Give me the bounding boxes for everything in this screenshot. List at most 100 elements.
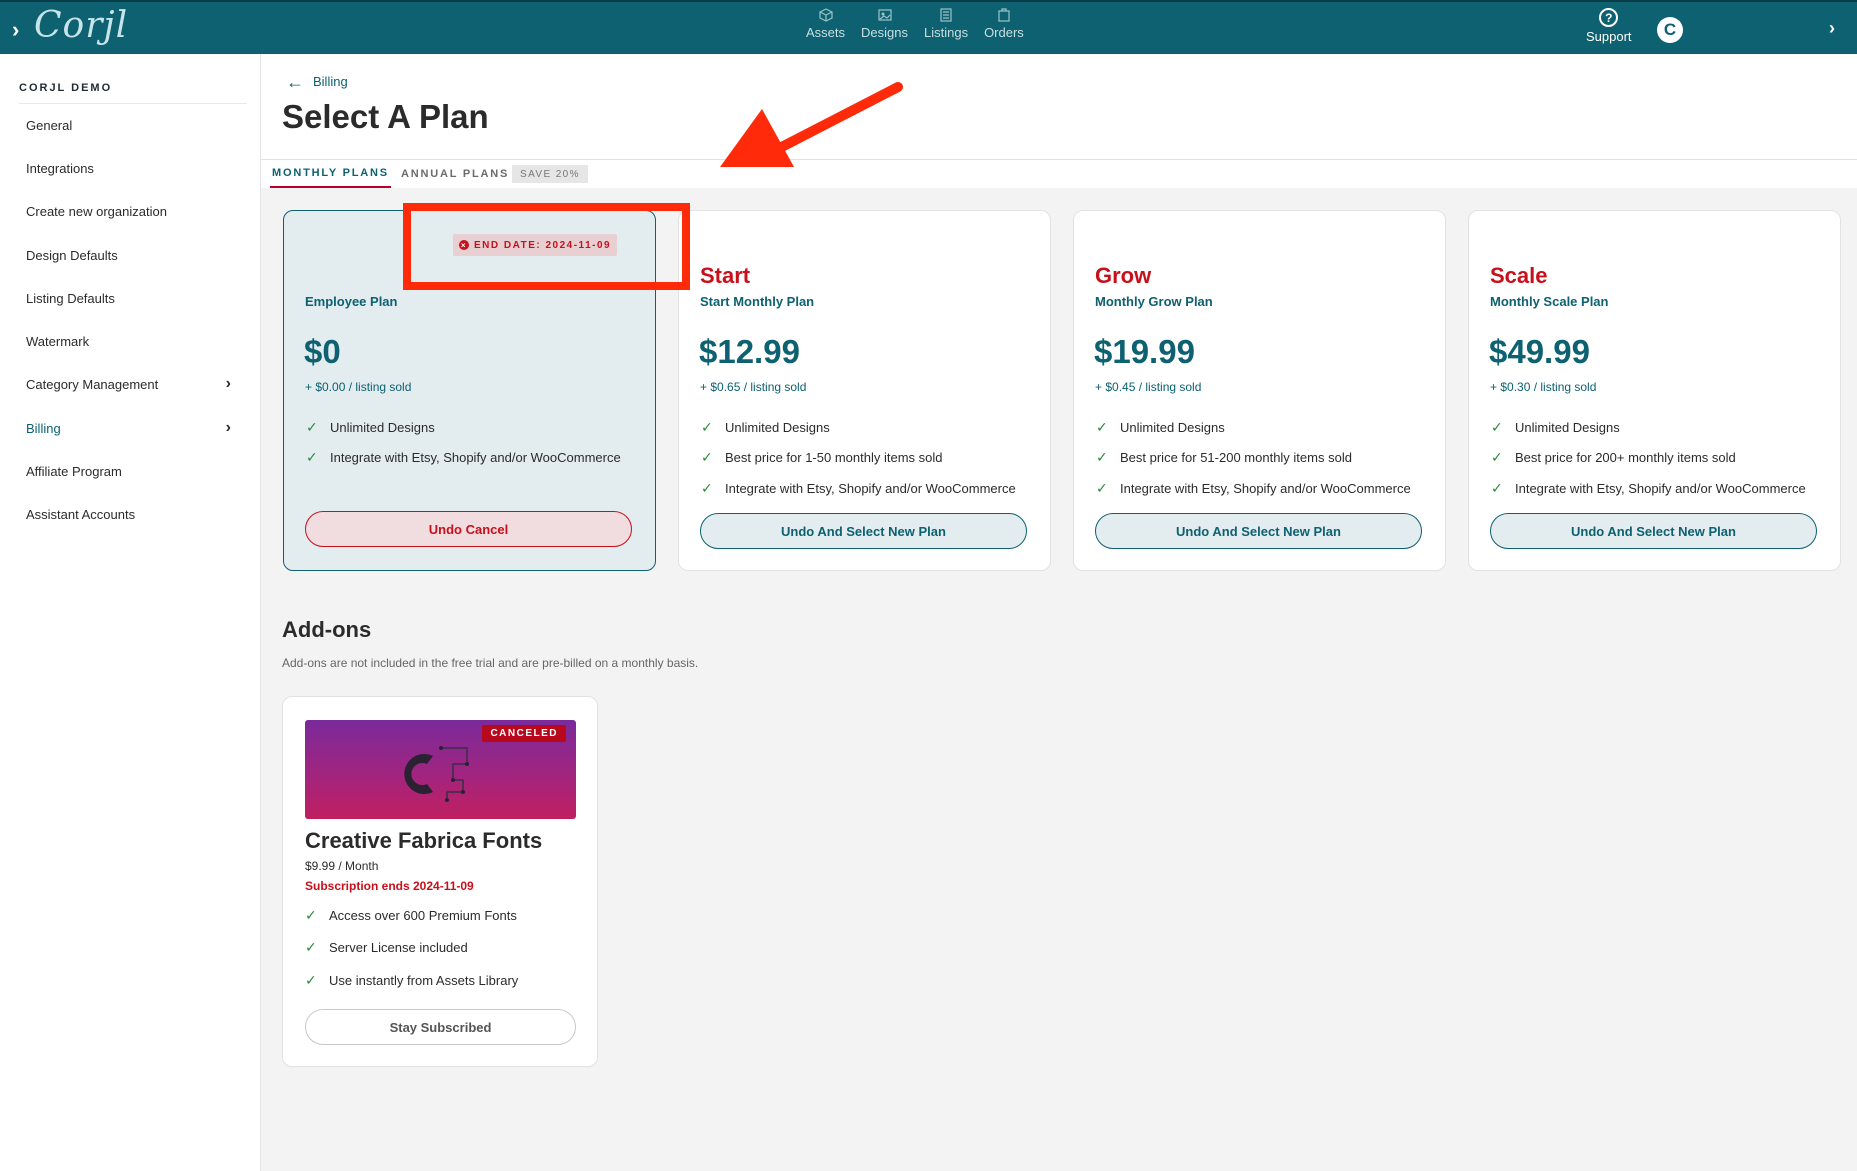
- feature-label: Unlimited Designs: [1120, 420, 1225, 435]
- undo-cancel-button[interactable]: Undo Cancel: [305, 511, 632, 547]
- plan-feature: ✓ Best price for 200+ monthly items sold: [1491, 449, 1736, 466]
- stay-subscribed-button[interactable]: Stay Subscribed: [305, 1009, 576, 1045]
- sidebar-item-create-organization[interactable]: Create new organization: [26, 200, 231, 222]
- sidebar-item-label: Assistant Accounts: [26, 506, 136, 522]
- avatar[interactable]: C: [1657, 17, 1683, 43]
- plan-feature: ✓ Integrate with Etsy, Shopify and/or Woo…: [701, 480, 1016, 497]
- plan-feature: ✓ Integrate with Etsy, Shopify and/or Woo…: [1491, 480, 1806, 497]
- sidebar-item-category-management[interactable]: Category Management ›: [26, 373, 231, 395]
- annotation-arrow-icon: [720, 82, 903, 167]
- chevron-right-icon: ›: [225, 419, 231, 436]
- addons-description: Add-ons are not included in the free tri…: [282, 656, 699, 670]
- addon-banner: CANCELED: [305, 720, 576, 819]
- feature-label: Integrate with Etsy, Shopify and/or WooC…: [1120, 481, 1411, 496]
- addon-price: $9.99 / Month: [305, 859, 379, 873]
- tab-annual-plans[interactable]: ANNUAL PLANS: [401, 160, 509, 188]
- feature-label: Unlimited Designs: [1515, 420, 1620, 435]
- feature-label: Best price for 1-50 monthly items sold: [725, 450, 943, 465]
- sidebar-item-integrations[interactable]: Integrations: [26, 157, 231, 179]
- sidebar-item-watermark[interactable]: Watermark: [26, 330, 231, 352]
- help-icon: ?: [1599, 8, 1619, 27]
- plan-card-start: Start Start Monthly Plan $12.99 + $0.65 …: [678, 210, 1051, 571]
- select-plan-button[interactable]: Undo And Select New Plan: [700, 513, 1027, 549]
- addon-card-creative-fabrica: CANCELED Creative Fabrica Fonts $9.99 / …: [282, 696, 598, 1067]
- check-icon: ✓: [1096, 419, 1108, 435]
- tab-monthly-plans[interactable]: MONTHLY PLANS: [270, 160, 391, 188]
- back-label: Billing: [313, 74, 348, 89]
- feature-label: Use instantly from Assets Library: [329, 973, 519, 988]
- sidebar-item-listing-defaults[interactable]: Listing Defaults: [26, 287, 231, 309]
- plan-card-scale: Scale Monthly Scale Plan $49.99 + $0.30 …: [1468, 210, 1841, 571]
- check-icon: ✓: [306, 449, 318, 465]
- sidebar-item-billing[interactable]: Billing ›: [26, 417, 231, 439]
- feature-label: Server License included: [329, 940, 468, 955]
- sidebar-item-label: Integrations: [26, 160, 94, 176]
- plan-subtitle: Start Monthly Plan: [700, 294, 815, 309]
- support-button[interactable]: ? Support: [1586, 8, 1632, 44]
- page-title: Select A Plan: [282, 98, 489, 135]
- sidebar-item-label: Watermark: [26, 333, 90, 349]
- plan-per-listing: + $0.45 / listing sold: [1095, 380, 1202, 394]
- feature-label: Unlimited Designs: [330, 420, 435, 435]
- addon-feature: ✓ Access over 600 Premium Fonts: [305, 907, 517, 924]
- check-icon: ✓: [306, 419, 318, 435]
- plan-card-grow: Grow Monthly Grow Plan $19.99 + $0.45 / …: [1073, 210, 1446, 571]
- plan-price: $19.99: [1094, 333, 1195, 370]
- plan-per-listing: + $0.65 / listing sold: [700, 380, 807, 394]
- sidebar-item-design-defaults[interactable]: Design Defaults: [26, 244, 231, 266]
- chevron-right-icon[interactable]: ›: [1829, 18, 1835, 39]
- nav-designs-label: Designs: [861, 25, 908, 40]
- nav-designs[interactable]: Designs: [861, 8, 908, 40]
- arrow-left-icon: ←: [286, 71, 304, 92]
- plan-feature: ✓ Unlimited Designs: [701, 419, 830, 436]
- check-icon: ✓: [305, 939, 317, 955]
- canceled-badge: CANCELED: [482, 725, 566, 742]
- feature-label: Integrate with Etsy, Shopify and/or WooC…: [1515, 481, 1806, 496]
- plan-feature: ✓ Integrate with Etsy, Shopify and/or Woo…: [306, 449, 621, 466]
- support-label: Support: [1586, 29, 1632, 44]
- sidebar-item-label: Affiliate Program: [26, 463, 122, 479]
- back-link[interactable]: ← Billing: [286, 71, 348, 92]
- plan-price: $49.99: [1489, 333, 1590, 370]
- nav-assets[interactable]: Assets: [806, 8, 845, 40]
- plan-feature: ✓ Best price for 1-50 monthly items sold: [701, 449, 942, 466]
- nav-listings-label: Listings: [923, 25, 969, 40]
- expand-sidebar-icon[interactable]: ›: [12, 17, 19, 43]
- org-title: CORJL DEMO: [19, 82, 113, 94]
- sidebar-item-general[interactable]: General: [26, 114, 231, 136]
- check-icon: ✓: [701, 419, 713, 435]
- plan-subtitle: Employee Plan: [305, 294, 398, 309]
- feature-label: Best price for 200+ monthly items sold: [1515, 450, 1736, 465]
- plan-name: Grow: [1095, 263, 1152, 288]
- feature-label: Best price for 51-200 monthly items sold: [1120, 450, 1352, 465]
- plan-per-listing: + $0.00 / listing sold: [305, 380, 412, 394]
- save-badge: SAVE 20%: [512, 165, 588, 183]
- assets-icon: [818, 8, 833, 22]
- plan-feature: ✓ Unlimited Designs: [1096, 419, 1225, 436]
- nav-assets-label: Assets: [806, 25, 846, 40]
- select-plan-button[interactable]: Undo And Select New Plan: [1095, 513, 1422, 549]
- feature-label: Integrate with Etsy, Shopify and/or WooC…: [725, 481, 1016, 496]
- plan-subtitle: Monthly Scale Plan: [1490, 294, 1609, 309]
- nav-orders[interactable]: Orders: [984, 8, 1024, 40]
- plan-tabs: MONTHLY PLANS ANNUAL PLANS SAVE 20%: [261, 159, 1857, 188]
- divider: [19, 103, 247, 104]
- plan-name: Start: [700, 263, 751, 288]
- select-plan-button[interactable]: Undo And Select New Plan: [1490, 513, 1817, 549]
- addons-title: Add-ons: [282, 617, 372, 642]
- plan-feature: ✓ Best price for 51-200 monthly items sol…: [1096, 449, 1352, 466]
- plan-feature: ✓ Unlimited Designs: [306, 419, 435, 436]
- check-icon: ✓: [305, 972, 317, 988]
- sidebar-item-affiliate-program[interactable]: Affiliate Program: [26, 460, 231, 482]
- sidebar-item-label: Billing: [26, 420, 61, 436]
- check-icon: ✓: [1096, 449, 1108, 465]
- sidebar-item-assistant-accounts[interactable]: Assistant Accounts: [26, 503, 231, 525]
- check-icon: ✓: [305, 907, 317, 923]
- check-icon: ✓: [1491, 480, 1503, 496]
- feature-label: Integrate with Etsy, Shopify and/or WooC…: [330, 450, 621, 465]
- corjl-logo[interactable]: Corjl: [34, 5, 128, 46]
- nav-listings[interactable]: Listings: [924, 8, 968, 40]
- orders-icon: [998, 8, 1010, 22]
- check-icon: ✓: [701, 449, 713, 465]
- top-bar: › Corjl Assets Designs Listings Orders ?…: [0, 0, 1857, 54]
